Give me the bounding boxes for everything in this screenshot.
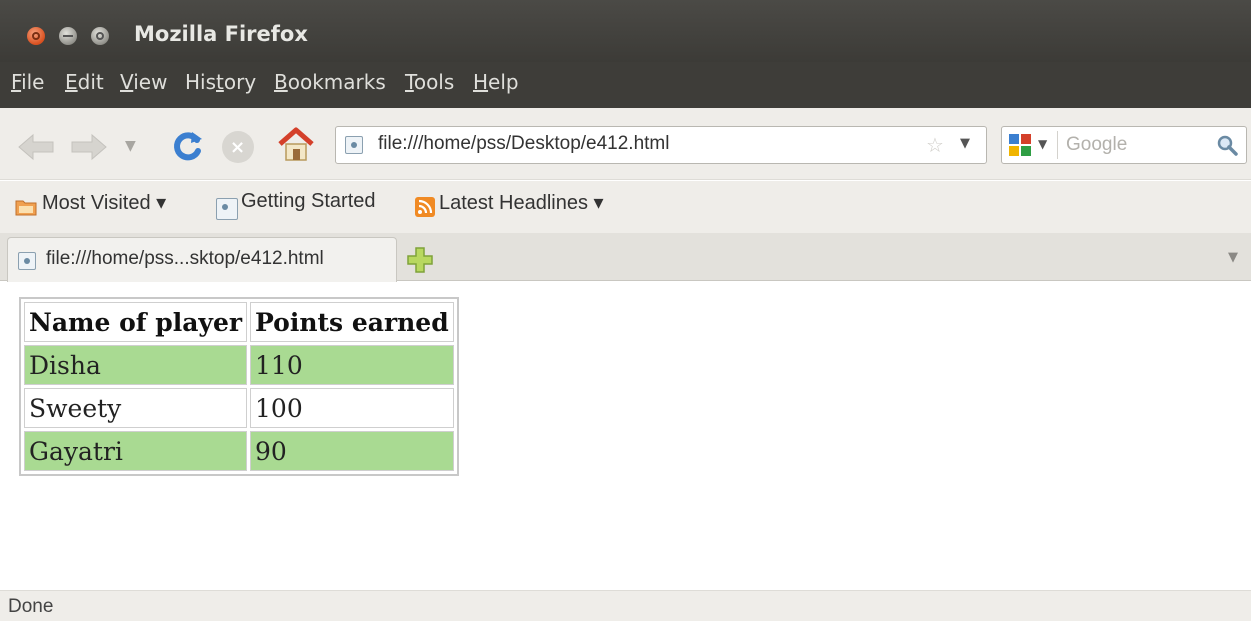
minimize-window-button[interactable] [59, 27, 77, 45]
header-points-earned: Points earned [250, 302, 454, 342]
table-row: Disha 110 [24, 345, 454, 385]
history-dropdown-button[interactable]: ▼ [125, 138, 136, 154]
search-separator [1057, 131, 1058, 159]
search-bar[interactable]: ▼ Google [1001, 126, 1247, 164]
bookmark-latest-headlines[interactable]: Latest Headlines ▾ [439, 190, 604, 215]
home-button[interactable] [277, 126, 315, 164]
menu-help[interactable]: Help [473, 70, 519, 94]
menu-bar: File Edit View History Bookmarks Tools H… [0, 62, 1251, 108]
search-engine-dropdown[interactable]: ▼ [1038, 137, 1047, 151]
back-arrow-icon [18, 133, 54, 161]
list-all-tabs-button[interactable]: ▼ [1228, 250, 1238, 265]
menu-view[interactable]: View [120, 70, 167, 94]
maximize-window-button[interactable] [91, 27, 109, 45]
menu-file[interactable]: File [11, 70, 44, 94]
menu-tools[interactable]: Tools [405, 70, 454, 94]
search-input[interactable]: Google [1066, 134, 1127, 156]
bookmark-most-visited[interactable]: Most Visited ▾ [42, 190, 166, 215]
search-icon[interactable] [1216, 134, 1238, 156]
url-dropdown-button[interactable]: ▼ [960, 136, 970, 151]
forward-arrow-icon [71, 133, 107, 161]
minimize-icon [63, 35, 73, 37]
title-bar: Mozilla Firefox [0, 0, 1251, 62]
tab-page-icon [18, 252, 36, 270]
home-icon [278, 127, 314, 161]
close-icon [32, 32, 40, 40]
forward-button[interactable] [70, 133, 108, 161]
plus-icon [407, 247, 433, 273]
player-name-cell: Disha [24, 345, 248, 385]
bookmark-getting-started[interactable]: Getting Started [241, 190, 376, 213]
bookmarks-toolbar [0, 181, 1251, 233]
players-table: Name of player Points earned Disha 110 S… [19, 297, 459, 476]
menu-bookmarks[interactable]: Bookmarks [274, 70, 386, 94]
google-engine-icon[interactable] [1008, 133, 1032, 157]
player-points-cell: 100 [250, 388, 454, 428]
bookmark-star-icon[interactable]: ☆ [926, 133, 944, 157]
stop-icon: × [230, 137, 246, 158]
tab-current[interactable]: file:///home/pss...sktop/e412.html [7, 237, 397, 282]
status-bar: Done [0, 590, 1251, 621]
window-title: Mozilla Firefox [134, 22, 308, 46]
menu-edit[interactable]: Edit [65, 70, 104, 94]
folder-icon [15, 200, 37, 216]
rss-icon [415, 197, 435, 217]
player-name-cell: Gayatri [24, 431, 248, 471]
header-name-of-player: Name of player [24, 302, 248, 342]
page-content: Name of player Points earned Disha 110 S… [0, 282, 1251, 590]
stop-button[interactable]: × [222, 131, 254, 163]
maximize-icon [96, 32, 104, 40]
tab-label: file:///home/pss...sktop/e412.html [46, 248, 324, 269]
new-tab-button[interactable] [405, 245, 435, 275]
page-icon [216, 198, 238, 220]
close-window-button[interactable] [27, 27, 45, 45]
player-name-cell: Sweety [24, 388, 248, 428]
table-header-row: Name of player Points earned [24, 302, 454, 342]
url-bar[interactable]: file:///home/pss/Desktop/e412.html ☆ ▼ [335, 126, 987, 164]
table-row: Gayatri 90 [24, 431, 454, 471]
table-row: Sweety 100 [24, 388, 454, 428]
reload-button[interactable] [170, 129, 204, 163]
back-button[interactable] [17, 133, 55, 161]
player-points-cell: 90 [250, 431, 454, 471]
site-identity-icon[interactable] [345, 136, 363, 154]
player-points-cell: 110 [250, 345, 454, 385]
url-text[interactable]: file:///home/pss/Desktop/e412.html [378, 133, 669, 155]
menu-history[interactable]: History [185, 70, 256, 94]
status-text: Done [8, 596, 54, 617]
